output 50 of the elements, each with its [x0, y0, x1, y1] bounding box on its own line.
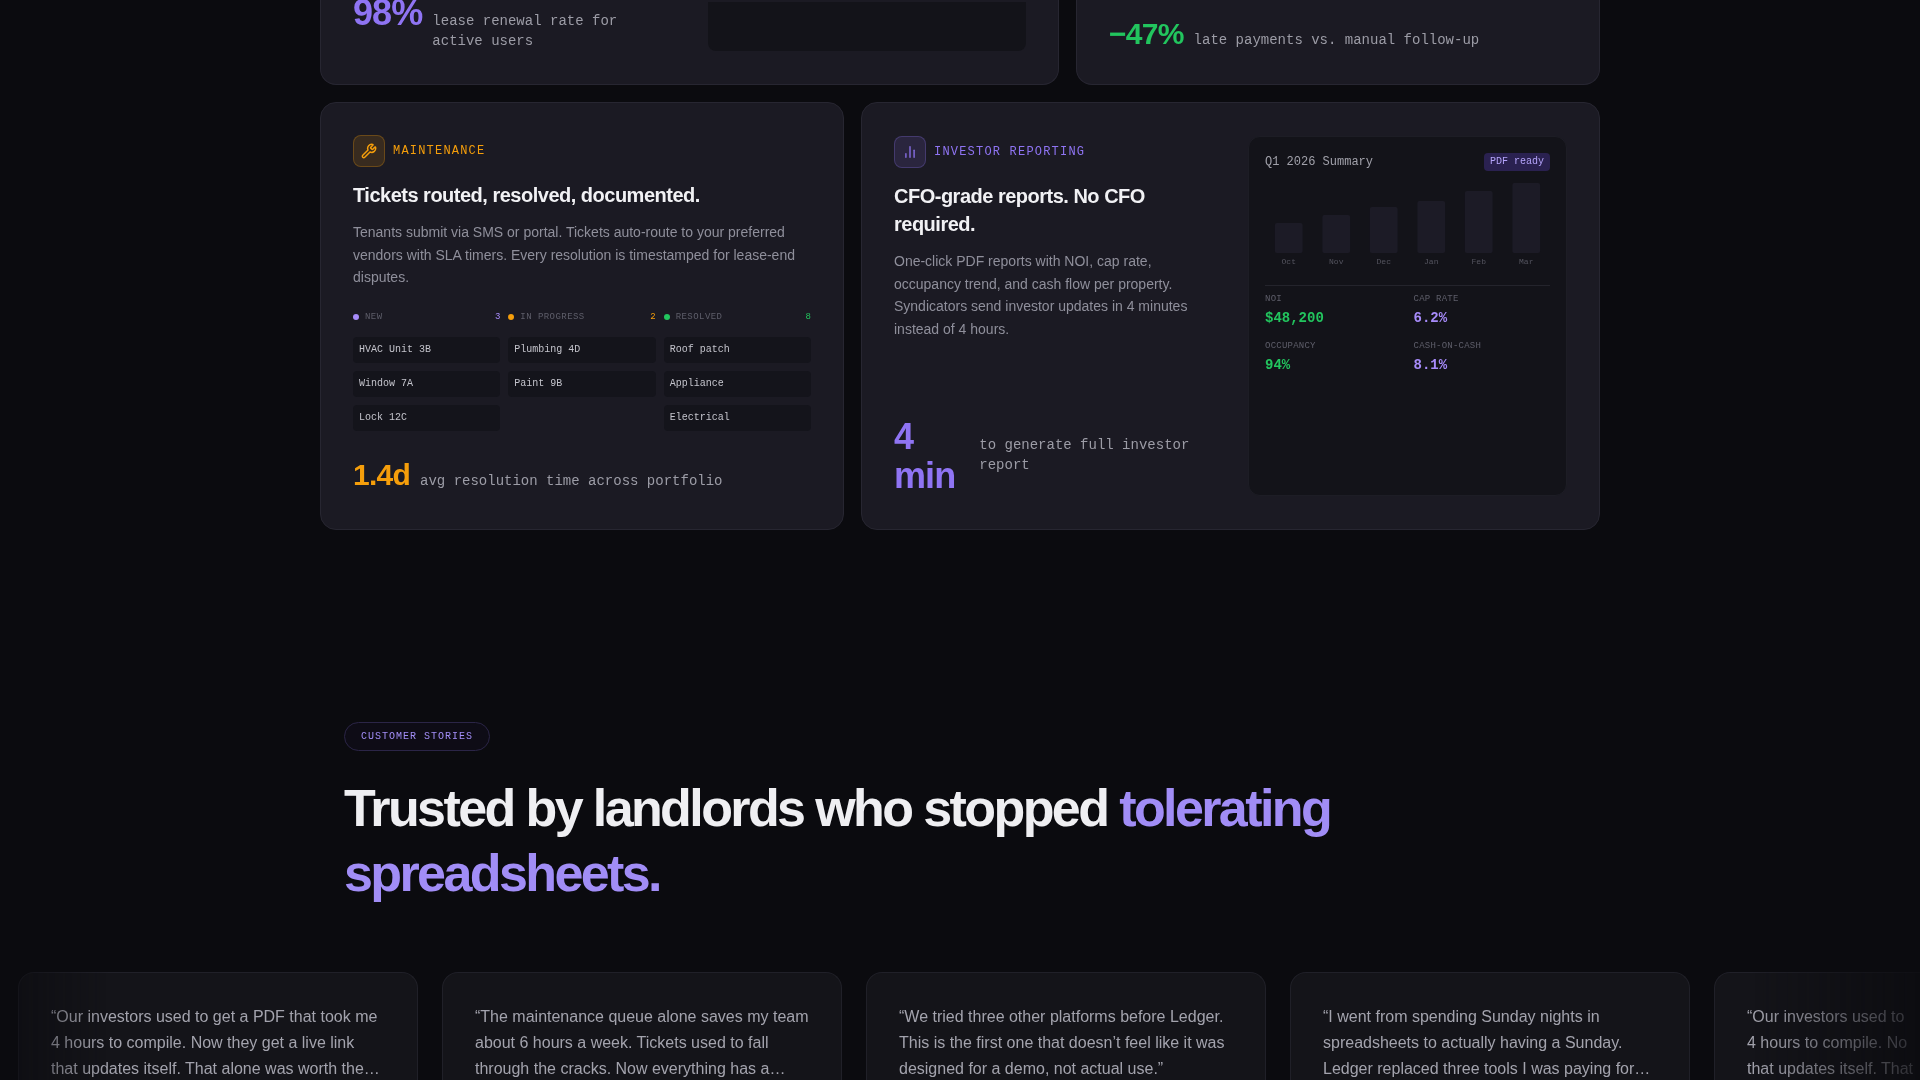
column-count: 2 [650, 310, 656, 323]
ticket-item: Electrical [663, 404, 811, 431]
feature-title: Tickets routed, resolved, documented. [353, 183, 701, 208]
bar-chart-icon [894, 136, 926, 168]
ticket-item: Roof patch [663, 336, 811, 363]
ticket-item: Paint 9B [508, 370, 656, 397]
month-label: Jan [1424, 257, 1439, 267]
metric-value: 94% [1265, 356, 1291, 375]
ticket-item: Appliance [663, 370, 811, 397]
month-label: Nov [1329, 257, 1344, 267]
section-tag: CUSTOMER STORIES [344, 722, 490, 751]
wrench-icon [353, 135, 385, 167]
section-heading: Trusted by landlords who stopped tolerating spreadsheets. [344, 778, 1332, 904]
testimonial-quote: “We tried three other platforms before Ledger. This is the first one that doesn’t feel like it was designed for a demo, not actual use.” [899, 1007, 1225, 1079]
report-title: Q1 2026 Summary [1265, 154, 1374, 170]
stat-value: 4 min [894, 416, 956, 496]
feature-description: One-click PDF reports with NOI, cap rate, occupancy trend, and cash flow per property. Syndicators send investor updates in 4 minutes instead of 4 hours. [894, 252, 1189, 339]
stat-description: avg resolution time across portfolio [420, 471, 723, 491]
metric-label: NOI [1265, 293, 1282, 305]
column-label: NEW [365, 310, 383, 323]
metric-value: 8.1% [1413, 356, 1448, 375]
stat-value: 98% [353, 0, 423, 26]
ticket-item: Lock 12C [353, 404, 501, 431]
feature-tag: MAINTENANCE [393, 143, 486, 159]
column-count: 8 [805, 310, 811, 323]
metric-label: CAP RATE [1413, 293, 1459, 305]
stat-value: −47% [1109, 19, 1184, 49]
testimonial-quote: “The maintenance queue alone saves my team about 6 hours a week. Tickets used to fall through the cracks. Now everything has a… [475, 1007, 809, 1079]
stat-description: to generate full investor report [979, 435, 1191, 475]
ticket-item: HVAC Unit 3B [353, 336, 501, 363]
stat-description: late payments vs. manual follow-up [1193, 31, 1480, 50]
column-label: RESOLVED [675, 310, 723, 323]
feature-title: CFO-grade reports. No CFO required. [894, 184, 1146, 237]
testimonial-quote: “I went from spending Sunday nights in spreadsheets to actually having a Sunday. Ledger replaced three tools I was paying for… [1323, 1007, 1651, 1079]
column-count: 3 [494, 310, 501, 323]
feature-description: Tenants submit via SMS or portal. Tickets auto-route to your preferred vendors with SLA timers. Every resolution is timestamped for lease-end disputes. [353, 223, 796, 287]
column-label: IN PROGRESS [520, 310, 585, 323]
ticket-item: Plumbing 4D [508, 336, 656, 363]
stat-value: 1.4d [353, 459, 411, 490]
metric-label: CASH-ON-CASH [1413, 340, 1481, 352]
metric-value: 6.2% [1413, 309, 1448, 328]
feature-tag: INVESTOR REPORTING [934, 144, 1086, 160]
testimonial-quote: “Our investors used to get a PDF that took me 4 hours to compile. Now they get a live link that updates itself. That alone was worth the… [51, 1007, 380, 1079]
ticket-item: Window 7A [353, 370, 501, 397]
metric-value: $48,200 [1265, 309, 1324, 328]
month-label: Oct [1281, 257, 1296, 267]
month-label: Mar [1519, 257, 1534, 267]
status-badge: PDF ready [1484, 153, 1550, 171]
stat-description: lease renewal rate for active users [432, 12, 619, 51]
metric-label: OCCUPANCY [1265, 340, 1316, 352]
